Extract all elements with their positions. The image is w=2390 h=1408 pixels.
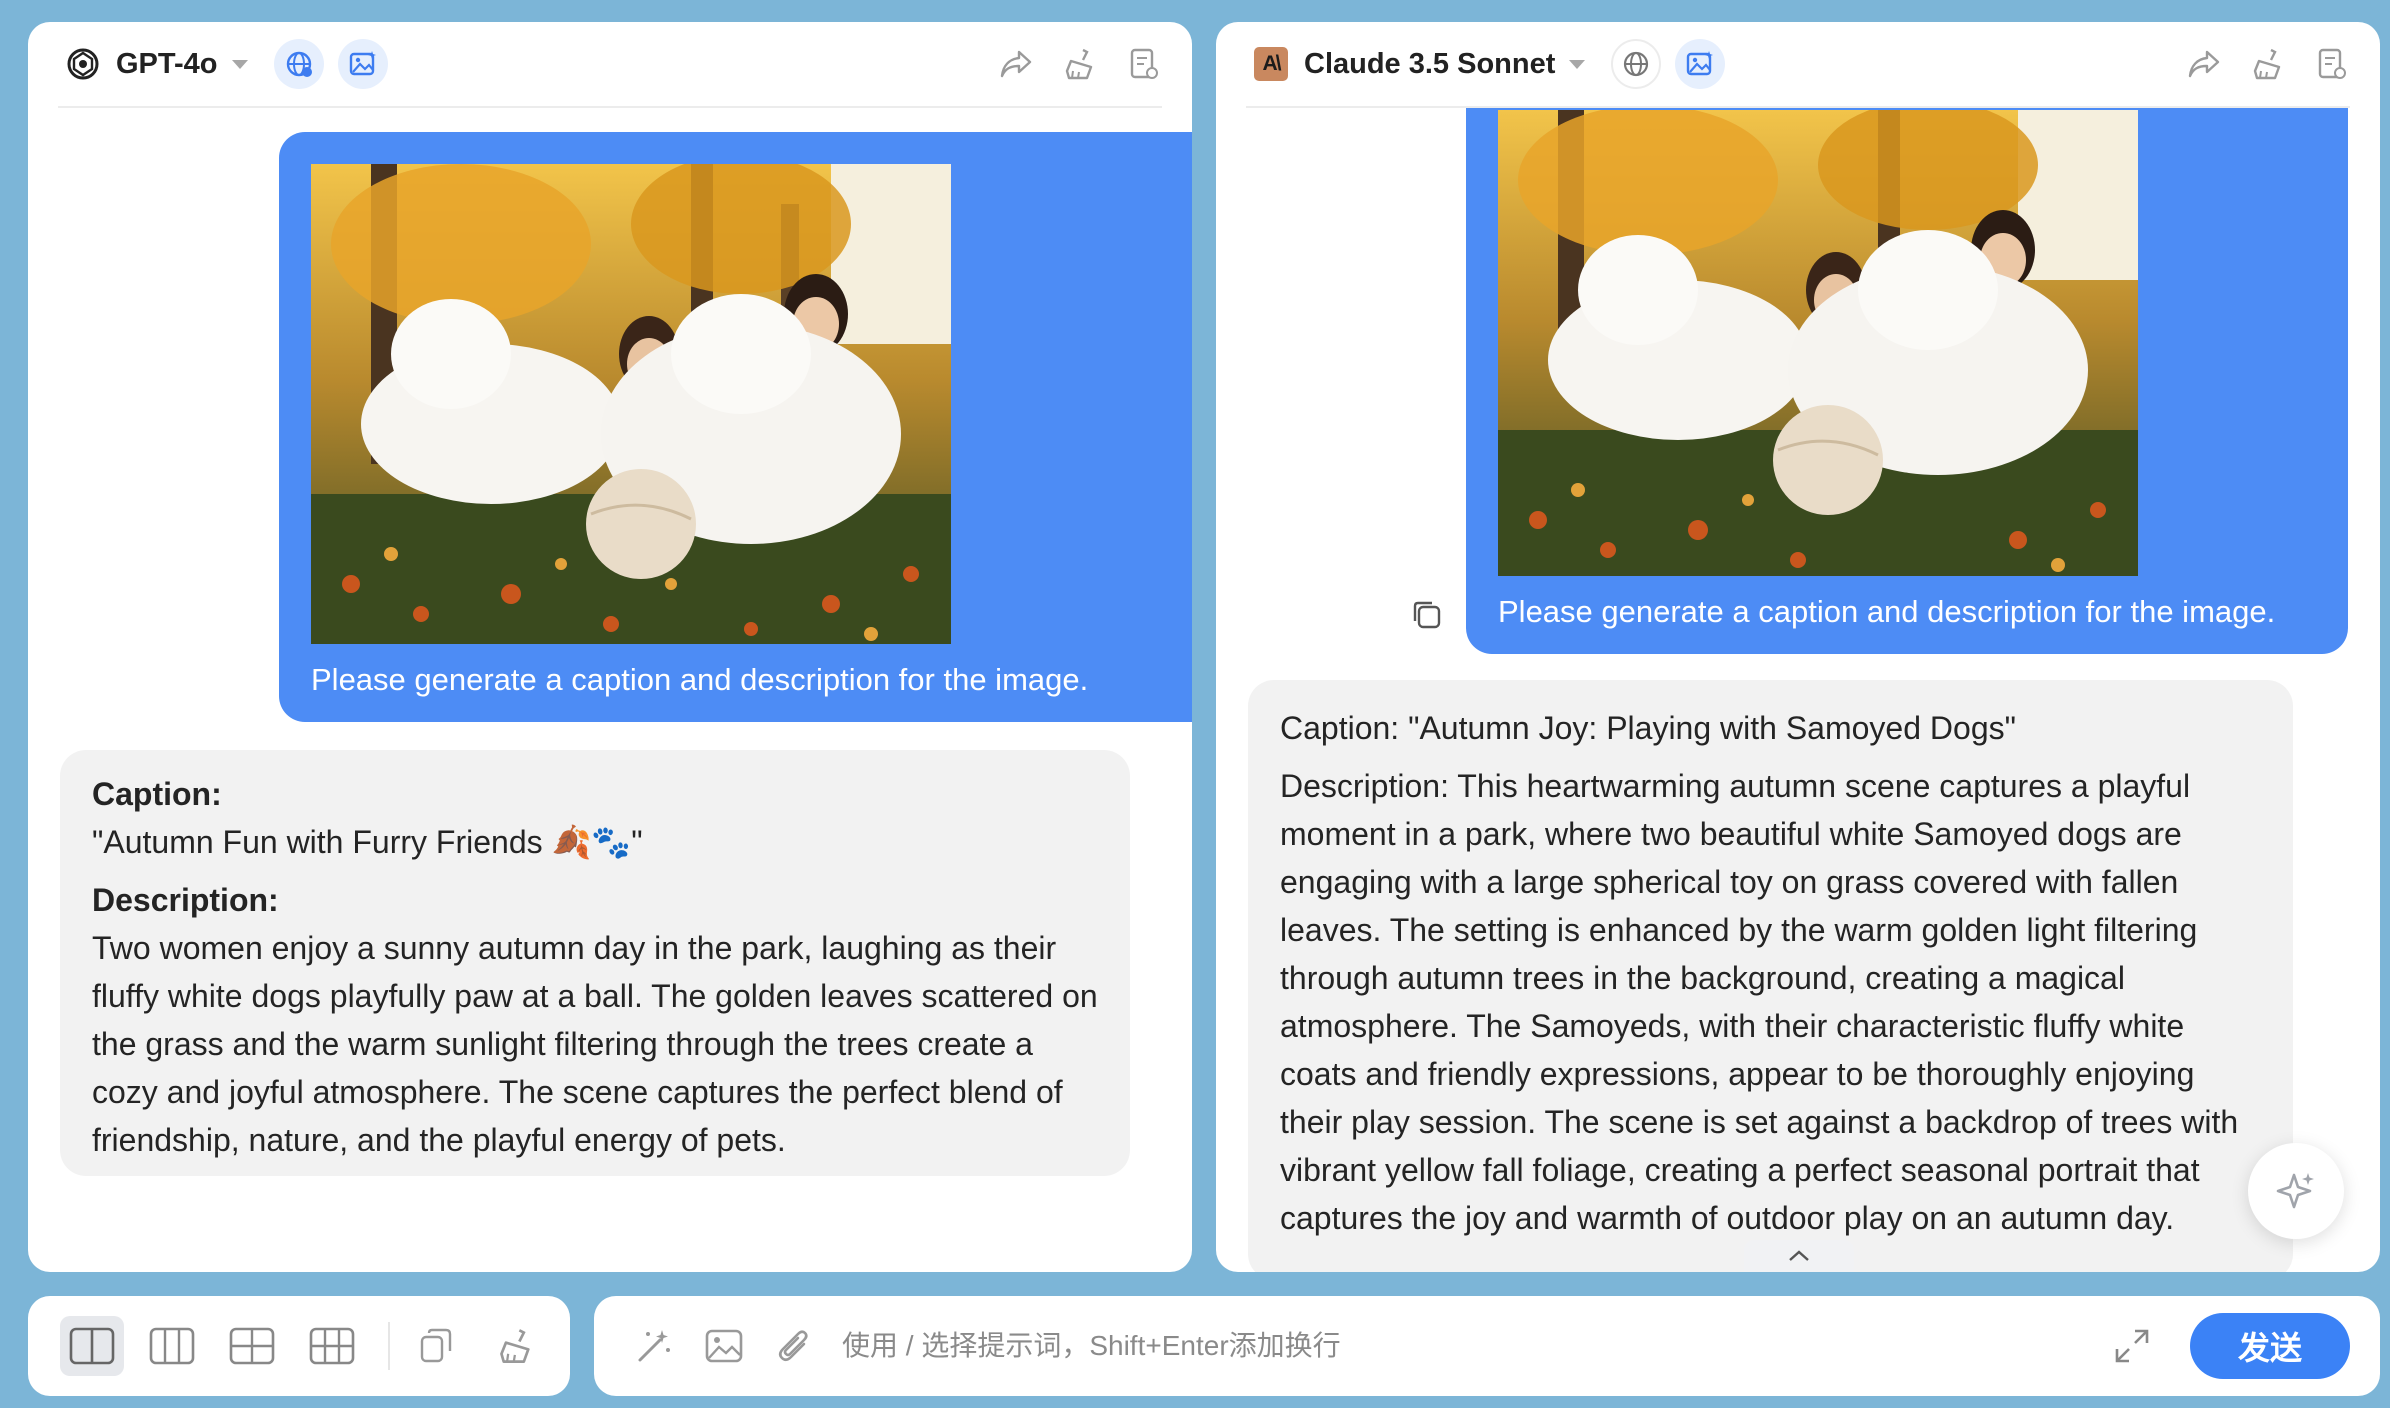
six-grid-icon xyxy=(309,1327,355,1365)
web-search-toggle[interactable] xyxy=(1611,39,1662,89)
chat-panel-claude: A\ Claude 3.5 Sonnet Please generate a c… xyxy=(1216,22,2380,1272)
anthropic-logo-icon: A\ xyxy=(1254,47,1288,81)
image-sparkle-icon xyxy=(1687,51,1714,76)
copy-all-button[interactable] xyxy=(404,1316,468,1376)
share-icon[interactable] xyxy=(2186,46,2222,82)
clear-icon[interactable] xyxy=(2250,46,2286,82)
user-message-bubble: Please generate a caption and descriptio… xyxy=(1466,62,2348,654)
document-icon[interactable] xyxy=(2314,46,2350,82)
globe-icon xyxy=(1624,51,1649,77)
image-generation-toggle[interactable] xyxy=(337,39,388,89)
ai-response-bubble: Caption: "Autumn Fun with Furry Friends … xyxy=(60,750,1130,1176)
ai-response-bubble: Caption: "Autumn Joy: Playing with Samoy… xyxy=(1248,680,2293,1272)
globe-icon xyxy=(286,51,312,77)
caption-text: Caption: "Autumn Joy: Playing with Samoy… xyxy=(1280,710,2016,746)
user-message-bubble: Please generate a caption and descriptio… xyxy=(279,132,1192,722)
collapse-toggle[interactable] xyxy=(1744,1240,1854,1272)
user-message-text: Please generate a caption and descriptio… xyxy=(311,662,1089,697)
model-name[interactable]: Claude 3.5 Sonnet xyxy=(1304,48,1555,81)
share-icon[interactable] xyxy=(998,46,1034,82)
clear-icon[interactable] xyxy=(1062,46,1098,82)
openai-logo-icon xyxy=(66,47,100,81)
description-text: Two women enjoy a sunny autumn day in th… xyxy=(92,930,1098,1158)
autumn-dogs-photo[interactable] xyxy=(1498,110,2138,576)
single-pane-icon xyxy=(69,1327,115,1365)
layout-grid6-button[interactable] xyxy=(300,1316,364,1376)
model-name[interactable]: GPT-4o xyxy=(116,48,218,81)
autumn-dogs-photo[interactable] xyxy=(311,164,951,644)
chat-panel-gpt4o: GPT-4o Please generate a caption and des… xyxy=(28,22,1192,1272)
document-icon[interactable] xyxy=(1126,46,1162,82)
four-grid-icon xyxy=(229,1327,275,1365)
layout-single-button[interactable] xyxy=(60,1316,124,1376)
three-columns-icon xyxy=(149,1327,195,1365)
panel-header: GPT-4o xyxy=(58,22,1162,108)
chevron-down-icon[interactable] xyxy=(1569,59,1586,69)
image-generation-toggle[interactable] xyxy=(1675,39,1726,89)
divider xyxy=(388,1322,390,1370)
caption-label: Caption: xyxy=(92,776,222,812)
user-message-text: Please generate a caption and descriptio… xyxy=(1498,594,2276,629)
image-upload-icon[interactable] xyxy=(702,1324,746,1368)
chevron-down-icon[interactable] xyxy=(231,59,248,69)
magic-wand-icon[interactable] xyxy=(632,1324,676,1368)
clear-all-button[interactable] xyxy=(484,1316,548,1376)
copy-icon xyxy=(420,1328,452,1363)
description-text: Description: This heartwarming autumn sc… xyxy=(1280,768,2239,1236)
clear-all-icon xyxy=(500,1329,530,1363)
prompt-input[interactable] xyxy=(842,1330,2042,1362)
expand-icon[interactable] xyxy=(2112,1326,2152,1366)
caption-text: "Autumn Fun with Furry Friends 🍂🐾" xyxy=(92,824,643,860)
layout-grid4-button[interactable] xyxy=(220,1316,284,1376)
copy-icon[interactable] xyxy=(1410,598,1444,632)
sparkle-icon xyxy=(2276,1173,2314,1209)
chevron-up-icon xyxy=(1789,1250,1809,1261)
web-search-toggle[interactable] xyxy=(273,39,324,89)
ai-assist-button[interactable] xyxy=(2248,1143,2344,1239)
attachment-icon[interactable] xyxy=(772,1324,816,1368)
panel-header: A\ Claude 3.5 Sonnet xyxy=(1246,22,2350,108)
message-composer: 发送 xyxy=(594,1296,2380,1396)
description-label: Description: xyxy=(92,882,279,918)
layout-toolbar xyxy=(28,1296,570,1396)
image-sparkle-icon xyxy=(349,51,376,76)
layout-columns-button[interactable] xyxy=(140,1316,204,1376)
send-button[interactable]: 发送 xyxy=(2190,1313,2350,1379)
